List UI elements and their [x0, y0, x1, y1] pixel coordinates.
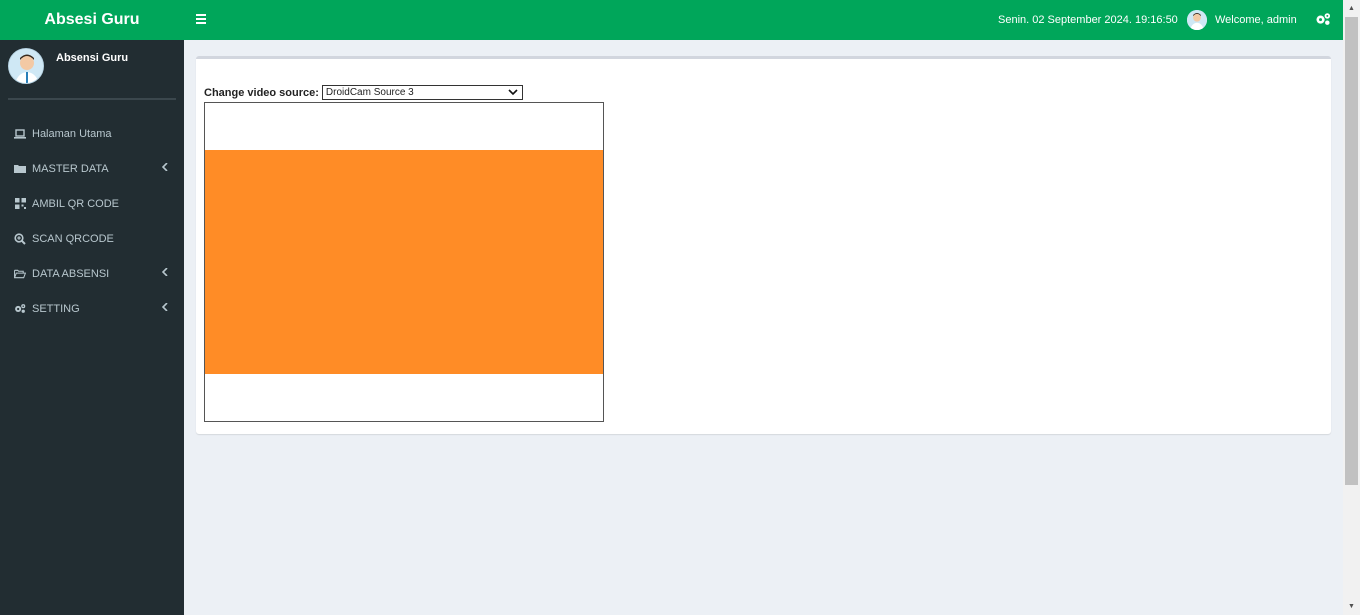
search-plus-icon	[14, 232, 26, 245]
gears-icon	[14, 303, 26, 315]
sidebar-item-label: SETTING	[32, 302, 80, 315]
laptop-icon	[14, 128, 26, 140]
video-source-label: Change video source:	[204, 86, 319, 99]
gears-icon[interactable]	[1315, 12, 1331, 28]
scroll-down-icon[interactable]: ▼	[1343, 598, 1360, 615]
chevron-left-icon	[161, 302, 168, 314]
scanner-panel: Change video source: DroidCam Source 3	[196, 56, 1331, 434]
user-menu[interactable]: Welcome, admin	[1187, 10, 1297, 30]
sidebar-item-ambil-qr-code[interactable]: AMBIL QR CODE	[0, 186, 184, 221]
chevron-left-icon	[161, 162, 168, 174]
sidebar-item-label: AMBIL QR CODE	[32, 197, 119, 210]
scrollbar-thumb[interactable]	[1345, 17, 1358, 485]
qrcode-icon	[14, 198, 26, 210]
video-source-value: DroidCam Source 3	[325, 87, 414, 98]
avatar	[1187, 10, 1207, 30]
scroll-up-icon[interactable]: ▲	[1343, 0, 1360, 17]
brand-logo[interactable]: Absesi Guru	[0, 0, 184, 40]
top-navbar: Senin. 02 September 2024. 19:16:50 Welco…	[184, 0, 1343, 40]
camera-preview	[204, 102, 604, 422]
welcome-text: Welcome, admin	[1215, 14, 1297, 26]
video-source-select[interactable]: DroidCam Source 3	[321, 85, 523, 100]
sidebar-item-label: SCAN QRCODE	[32, 232, 114, 245]
chevron-down-icon	[508, 88, 518, 99]
folder-open-icon	[14, 268, 26, 280]
sidebar: Absesi Guru Absensi Guru Halaman Utama M…	[0, 0, 184, 615]
video-source-row: Change video source: DroidCam Source 3	[204, 85, 523, 100]
camera-feed	[205, 150, 603, 374]
sidebar-item-label: DATA ABSENSI	[32, 267, 110, 280]
sidebar-item-master-data[interactable]: MASTER DATA	[0, 151, 184, 186]
sidebar-item-setting[interactable]: SETTING	[0, 291, 184, 326]
sidebar-item-data-absensi[interactable]: DATA ABSENSI	[0, 256, 184, 291]
sidebar-item-scan-qrcode[interactable]: SCAN QRCODE	[0, 221, 184, 256]
folder-icon	[14, 163, 26, 175]
user-panel: Absensi Guru	[8, 40, 176, 100]
current-datetime: Senin. 02 September 2024. 19:16:50	[998, 14, 1178, 26]
sidebar-item-halaman-utama[interactable]: Halaman Utama	[0, 116, 184, 151]
sidebar-toggle-icon[interactable]	[196, 12, 206, 28]
user-name: Absensi Guru	[56, 52, 129, 64]
user-avatar	[8, 48, 44, 84]
chevron-left-icon	[161, 267, 168, 279]
sidebar-item-label: Halaman Utama	[32, 127, 112, 140]
page-scrollbar[interactable]: ▲ ▼	[1343, 0, 1360, 615]
sidebar-item-label: MASTER DATA	[32, 162, 109, 175]
sidebar-menu: Halaman Utama MASTER DATA AMBIL QR CODE …	[0, 116, 184, 326]
